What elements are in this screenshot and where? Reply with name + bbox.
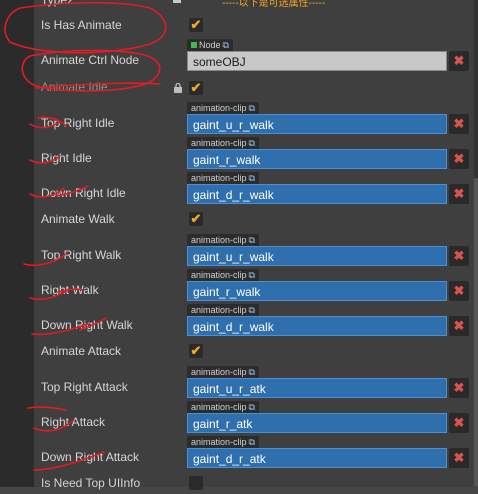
row-down-right-attack: animation-clip ⧉ Down Right Attack gaint_… xyxy=(34,435,474,469)
left-gutter xyxy=(0,0,34,487)
down-right-walk-field[interactable]: gaint_d_r_walk xyxy=(187,316,447,336)
right-attack-label: Right Attack xyxy=(41,415,106,429)
animate-ctrl-node-clear-button[interactable]: ✖ xyxy=(449,51,469,71)
right-idle-clear-button[interactable]: ✖ xyxy=(449,149,469,169)
animation-clip-tag[interactable]: animation-clip ⧉ xyxy=(187,234,259,246)
external-link-icon: ⧉ xyxy=(248,437,255,447)
optional-properties-note: -----以下是可选属性----- xyxy=(222,0,326,9)
lock-icon[interactable] xyxy=(173,83,183,93)
close-icon: ✖ xyxy=(453,248,465,263)
top-right-walk-label: Top Right Walk xyxy=(41,248,122,262)
animation-clip-tag[interactable]: animation-clip ⧉ xyxy=(187,401,259,413)
animate-walk-label: Animate Walk xyxy=(41,212,115,226)
is-need-top-uiinfo-label: Is Need Top UIInfo xyxy=(41,476,141,490)
top-right-idle-label: Top Right Idle xyxy=(41,116,115,130)
close-icon: ✖ xyxy=(453,380,465,395)
animation-clip-tag[interactable]: animation-clip ⧉ xyxy=(187,304,259,316)
row-animate-walk: Animate Walk ✔ xyxy=(34,209,474,229)
row-right-attack: animation-clip ⧉ Right Attack gaint_r_atk… xyxy=(34,400,474,434)
external-link-icon: ⧉ xyxy=(248,138,255,148)
close-icon: ✖ xyxy=(453,53,465,68)
top-right-attack-field[interactable]: gaint_u_r_atk xyxy=(187,378,447,398)
external-link-icon: ⧉ xyxy=(248,305,255,315)
row-animate-idle: Animate Idle ✔ xyxy=(34,78,474,98)
node-type-tag[interactable]: Node ⧉ xyxy=(187,39,233,51)
checkmark-icon: ✔ xyxy=(190,211,202,226)
row-animate-attack: Animate Attack ✔ xyxy=(34,341,474,361)
is-need-top-uiinfo-checkbox[interactable] xyxy=(189,476,203,490)
down-right-attack-label: Down Right Attack xyxy=(41,450,140,464)
external-link-icon: ⧉ xyxy=(248,270,255,280)
animation-clip-tag[interactable]: animation-clip ⧉ xyxy=(187,269,259,281)
row-is-need-top-uiinfo: Is Need Top UIInfo xyxy=(34,474,474,494)
row-animate-ctrl-node: Node ⧉ Animate Ctrl Node someOBJ ✖ xyxy=(34,38,474,72)
animate-ctrl-node-label: Animate Ctrl Node xyxy=(41,53,140,67)
animate-idle-label: Animate Idle xyxy=(41,80,108,94)
external-link-icon: ⧉ xyxy=(248,173,255,183)
row-down-right-walk: animation-clip ⧉ Down Right Walk gaint_d_… xyxy=(34,303,474,337)
row-right-walk: animation-clip ⧉ Right Walk gaint_r_walk … xyxy=(34,268,474,302)
close-icon: ✖ xyxy=(453,116,465,131)
right-attack-clear-button[interactable]: ✖ xyxy=(449,413,469,433)
down-right-idle-label: Down Right Idle xyxy=(41,186,126,200)
is-has-animate-label: Is Has Animate xyxy=(41,18,122,32)
animation-clip-tag[interactable]: animation-clip ⧉ xyxy=(187,436,259,448)
top-right-attack-label: Top Right Attack xyxy=(41,380,128,394)
scrollbar-track[interactable] xyxy=(474,0,478,487)
row-top-right-idle: animation-clip ⧉ Top Right Idle gaint_u_r… xyxy=(34,101,474,135)
checkmark-icon: ✔ xyxy=(190,80,202,95)
row-top-right-attack: animation-clip ⧉ Top Right Attack gaint_u… xyxy=(34,365,474,399)
animation-clip-tag[interactable]: animation-clip ⧉ xyxy=(187,366,259,378)
right-idle-field[interactable]: gaint_r_walk xyxy=(187,149,447,169)
row-down-right-idle: animation-clip ⧉ Down Right Idle gaint_d_… xyxy=(34,171,474,205)
animate-walk-checkbox[interactable]: ✔ xyxy=(189,212,203,226)
close-icon: ✖ xyxy=(453,283,465,298)
row-right-idle: animation-clip ⧉ Right Idle gaint_r_walk … xyxy=(34,136,474,170)
close-icon: ✖ xyxy=(453,151,465,166)
row-is-has-animate: Is Has Animate ✔ xyxy=(34,15,474,35)
down-right-walk-clear-button[interactable]: ✖ xyxy=(449,316,469,336)
animate-ctrl-node-field[interactable]: someOBJ xyxy=(187,51,447,71)
animation-clip-tag[interactable]: animation-clip ⧉ xyxy=(187,172,259,184)
type2-icon xyxy=(173,0,181,3)
external-link-icon: ⧉ xyxy=(248,235,255,245)
top-right-walk-clear-button[interactable]: ✖ xyxy=(449,246,469,266)
close-icon: ✖ xyxy=(453,186,465,201)
checkmark-icon: ✔ xyxy=(190,17,202,32)
top-right-walk-field[interactable]: gaint_u_r_walk xyxy=(187,246,447,266)
right-walk-label: Right Walk xyxy=(41,283,99,297)
external-link-icon: ⧉ xyxy=(222,40,229,50)
down-right-attack-clear-button[interactable]: ✖ xyxy=(449,448,469,468)
down-right-walk-label: Down Right Walk xyxy=(41,318,133,332)
animation-clip-tag[interactable]: animation-clip ⧉ xyxy=(187,137,259,149)
external-link-icon: ⧉ xyxy=(248,367,255,377)
animation-clip-tag[interactable]: animation-clip ⧉ xyxy=(187,102,259,114)
is-has-animate-checkbox[interactable]: ✔ xyxy=(189,18,203,32)
animate-idle-checkbox[interactable]: ✔ xyxy=(189,81,203,95)
animate-attack-checkbox[interactable]: ✔ xyxy=(189,344,203,358)
down-right-idle-field[interactable]: gaint_d_r_walk xyxy=(187,184,447,204)
close-icon: ✖ xyxy=(453,318,465,333)
down-right-idle-clear-button[interactable]: ✖ xyxy=(449,184,469,204)
scrollbar-thumb[interactable] xyxy=(474,178,478,487)
top-right-attack-clear-button[interactable]: ✖ xyxy=(449,378,469,398)
external-link-icon: ⧉ xyxy=(248,402,255,412)
close-icon: ✖ xyxy=(453,415,465,430)
row-top-right-walk: animation-clip ⧉ Top Right Walk gaint_u_r… xyxy=(34,233,474,267)
right-walk-field[interactable]: gaint_r_walk xyxy=(187,281,447,301)
animate-attack-label: Animate Attack xyxy=(41,344,122,358)
close-icon: ✖ xyxy=(453,450,465,465)
type2-label: Type2 xyxy=(41,0,74,7)
top-right-idle-clear-button[interactable]: ✖ xyxy=(449,114,469,134)
right-attack-field[interactable]: gaint_r_atk xyxy=(187,413,447,433)
right-idle-label: Right Idle xyxy=(41,151,92,165)
node-icon xyxy=(191,42,197,48)
checkmark-icon: ✔ xyxy=(190,343,202,358)
right-walk-clear-button[interactable]: ✖ xyxy=(449,281,469,301)
external-link-icon: ⧉ xyxy=(248,103,255,113)
top-right-idle-field[interactable]: gaint_u_r_walk xyxy=(187,114,447,134)
down-right-attack-field[interactable]: gaint_d_r_atk xyxy=(187,448,447,468)
